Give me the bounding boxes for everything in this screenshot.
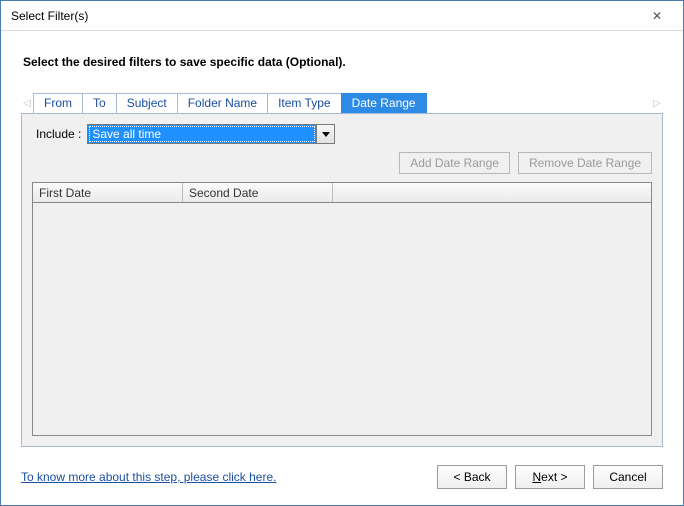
cancel-button-label: Cancel (609, 470, 646, 484)
column-filler (333, 183, 651, 202)
tab-scroll-left-icon[interactable]: ◁ (21, 94, 33, 112)
filter-panel: Include : Save all time Add Date Range R… (21, 113, 663, 447)
grid-header: First Date Second Date (33, 183, 651, 203)
window-title: Select Filter(s) (11, 9, 88, 23)
titlebar: Select Filter(s) ✕ (1, 1, 683, 31)
tab-strip: From To Subject Folder Name Item Type Da… (33, 93, 651, 113)
grid-body (33, 203, 651, 435)
tab-folder-name[interactable]: Folder Name (177, 93, 268, 113)
include-label: Include : (36, 127, 81, 141)
nav-buttons: < Back Next > Cancel (437, 465, 663, 489)
help-link[interactable]: To know more about this step, please cli… (21, 470, 276, 484)
column-first-date[interactable]: First Date (33, 183, 183, 202)
tab-to[interactable]: To (82, 93, 117, 113)
back-button-label: < Back (453, 470, 490, 484)
cancel-button[interactable]: Cancel (593, 465, 663, 489)
tab-subject[interactable]: Subject (116, 93, 178, 113)
include-dropdown[interactable]: Save all time (87, 124, 335, 144)
tab-row: ◁ From To Subject Folder Name Item Type … (21, 93, 663, 113)
instruction-text: Select the desired filters to save speci… (23, 55, 663, 69)
next-button-label: Next > (532, 470, 567, 484)
tab-date-range[interactable]: Date Range (341, 93, 427, 113)
include-row: Include : Save all time (36, 124, 652, 144)
range-buttons-row: Add Date Range Remove Date Range (32, 152, 652, 174)
tab-from[interactable]: From (33, 93, 83, 113)
add-date-range-button[interactable]: Add Date Range (399, 152, 510, 174)
close-icon[interactable]: ✕ (639, 3, 675, 29)
dialog-window: Select Filter(s) ✕ Select the desired fi… (0, 0, 684, 506)
chevron-down-icon (316, 125, 334, 143)
back-button[interactable]: < Back (437, 465, 507, 489)
remove-date-range-button[interactable]: Remove Date Range (518, 152, 652, 174)
tab-item-type[interactable]: Item Type (267, 93, 341, 113)
content-area: Select the desired filters to save speci… (1, 31, 683, 457)
tab-scroll-right-icon[interactable]: ▷ (651, 94, 663, 112)
include-selected: Save all time (88, 125, 316, 143)
next-button[interactable]: Next > (515, 465, 585, 489)
date-range-grid: First Date Second Date (32, 182, 652, 436)
column-second-date[interactable]: Second Date (183, 183, 333, 202)
footer: To know more about this step, please cli… (1, 457, 683, 505)
